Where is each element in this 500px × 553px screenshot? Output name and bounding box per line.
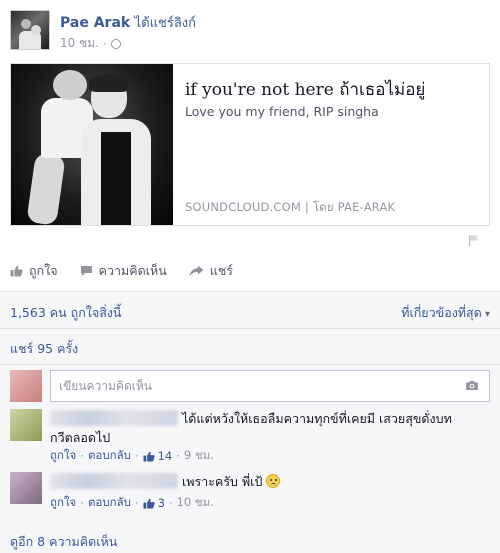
likes-row: 1,563 คน ถูกใจสิ่งนี้ ที่เกี่ยวข้องที่สุ… xyxy=(10,300,490,320)
share-icon xyxy=(189,265,204,277)
comment-time[interactable]: 10 ชม. xyxy=(177,494,214,512)
divider xyxy=(0,328,500,329)
comment-like-count[interactable]: 14 xyxy=(143,449,172,463)
comment-item: ได้แต่หวังให้เธอลืมความทุกข์ที่เคยมี เสว… xyxy=(10,407,490,465)
comment-meta: ถูกใจ · ตอบกลับ · 14 · 9 ชม. xyxy=(50,447,214,465)
comment-reply-link[interactable]: ตอบกลับ xyxy=(88,447,131,465)
comment-composer xyxy=(10,370,490,402)
link-thumbnail[interactable] xyxy=(11,64,173,225)
commenter-avatar[interactable] xyxy=(10,409,42,441)
shared-link-card[interactable]: if you're not here ถ้าเธอไม่อยู่ Love yo… xyxy=(10,63,490,226)
share-button[interactable]: แชร์ xyxy=(189,261,233,281)
comment-body: เพราะครับ พี่เป้ xyxy=(50,472,490,491)
post-action-text: ได้แชร์ลิงก์ xyxy=(134,16,197,31)
commenter-name-blurred[interactable] xyxy=(50,473,178,489)
comment-text: ได้แต่หวังให้เธอลืมความทุกข์ที่เคยมี เสว… xyxy=(182,411,452,426)
comment-text-continued: กวีตลอดไป xyxy=(50,430,111,445)
comment-label: ความคิดเห็น xyxy=(98,263,167,278)
thumbs-up-icon xyxy=(143,451,155,462)
comment-item: เพราะครับ พี่เป้ ถูกใจ · ตอบกลับ · 3 · 1… xyxy=(10,470,490,518)
divider xyxy=(0,364,500,365)
thumbs-up-icon xyxy=(143,498,155,509)
comment-meta: ถูกใจ · ตอบกลับ · 3 · 10 ชม. xyxy=(50,494,214,512)
author-avatar[interactable] xyxy=(10,10,50,50)
post-time[interactable]: 10 ชม. xyxy=(60,34,99,53)
like-label: ถูกใจ xyxy=(29,263,58,278)
shares-count[interactable]: แชร์ 95 ครั้ง xyxy=(10,339,78,359)
feedback-section: 1,563 คน ถูกใจสิ่งนี้ ที่เกี่ยวข้องที่สุ… xyxy=(0,291,500,553)
comment-text: เพราะครับ พี่เป้ xyxy=(182,474,263,489)
flag-icon[interactable] xyxy=(468,234,480,246)
link-source: SOUNDCLOUD.COM | โดย PAE-ARAK xyxy=(185,200,396,214)
post-meta: 10 ชม. · xyxy=(60,34,121,53)
comment-icon xyxy=(80,266,92,276)
author-name[interactable]: Pae Arak xyxy=(60,15,130,31)
smiley-emoji-icon xyxy=(266,474,281,488)
like-button[interactable]: ถูกใจ xyxy=(10,261,58,281)
comment-sort-dropdown[interactable]: ที่เกี่ยวข้องที่สุด xyxy=(401,303,490,323)
likes-count[interactable]: 1,563 คน ถูกใจสิ่งนี้ xyxy=(10,303,121,323)
thumbs-up-icon xyxy=(10,265,23,277)
comment-box[interactable] xyxy=(50,370,490,402)
comment-body: ได้แต่หวังให้เธอลืมความทุกข์ที่เคยมี เสว… xyxy=(50,409,490,447)
camera-icon[interactable] xyxy=(465,380,479,391)
comment-like-link[interactable]: ถูกใจ xyxy=(50,494,76,512)
commenter-name-blurred[interactable] xyxy=(50,410,178,426)
share-label: แชร์ xyxy=(209,263,234,278)
view-more-comments-link[interactable]: ดูอีก 8 ความคิดเห็น xyxy=(10,532,117,552)
post-header: Pae Arak ได้แชร์ลิงก์ 10 ชม. · xyxy=(10,10,490,54)
viewer-avatar xyxy=(10,370,42,402)
comment-like-link[interactable]: ถูกใจ xyxy=(50,447,76,465)
post-title-line: Pae Arak ได้แชร์ลิงก์ xyxy=(60,12,196,33)
commenter-avatar[interactable] xyxy=(10,472,42,504)
link-description: Love you my friend, RIP singha xyxy=(185,104,379,119)
comment-like-count[interactable]: 3 xyxy=(143,496,165,510)
comment-reply-link[interactable]: ตอบกลับ xyxy=(88,494,131,512)
comment-input[interactable] xyxy=(51,371,451,401)
post-actions: ถูกใจ ความคิดเห็น แชร์ xyxy=(10,258,233,284)
link-title[interactable]: if you're not here ถ้าเธอไม่อยู่ xyxy=(185,76,425,103)
comment-time[interactable]: 9 ชม. xyxy=(184,447,214,465)
comment-button[interactable]: ความคิดเห็น xyxy=(80,261,167,281)
globe-icon[interactable] xyxy=(110,38,121,49)
